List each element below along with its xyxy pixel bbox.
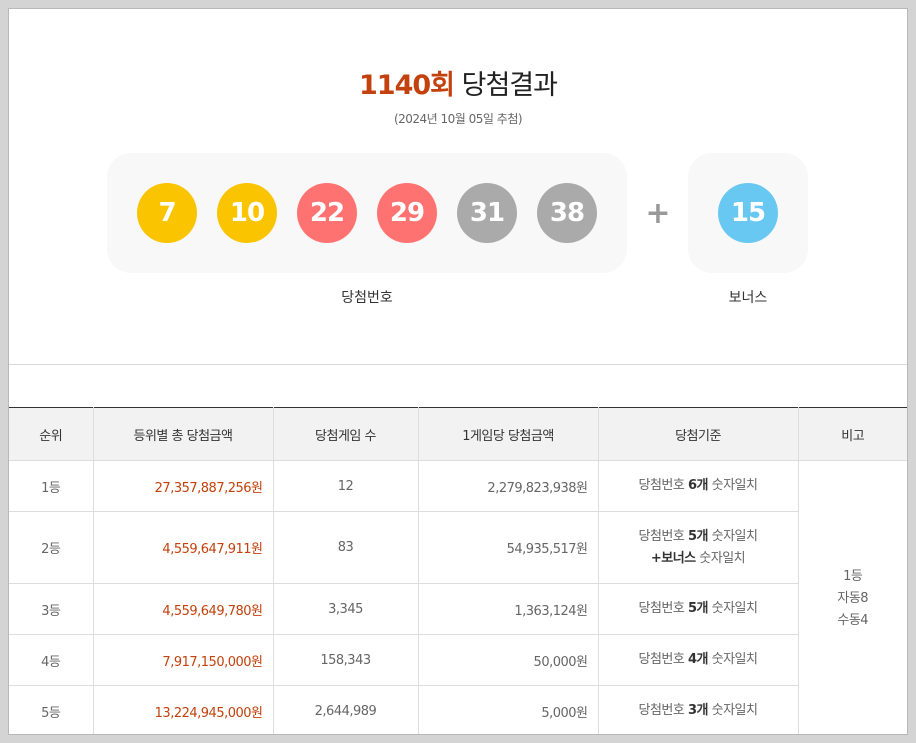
criteria-text: 숫자일치	[708, 601, 758, 616]
bonus-number-box: 15	[688, 153, 808, 273]
total-prize-cell: 4,559,649,780원	[93, 583, 274, 635]
draw-date: (2024년 10월 05일 추첨)	[393, 112, 523, 126]
header-total-prize: 등위별 총 당첨금액	[93, 407, 274, 461]
winning-ball-3: 22	[297, 183, 357, 243]
note-manual: 수동4	[837, 612, 869, 628]
page-title: 1140회 당첨결과	[9, 63, 907, 102]
criteria-count: 6개	[687, 478, 709, 493]
plus-icon: +	[645, 196, 671, 231]
rank-cell: 2등	[9, 511, 94, 584]
bonus-caption: 보너스	[728, 290, 768, 306]
winner-count-cell: 83	[273, 511, 419, 584]
bonus-ball: 15	[718, 183, 778, 243]
criteria-text: 숫자일치	[708, 652, 758, 667]
total-prize-cell: 4,559,647,911원	[93, 511, 274, 584]
section-gap	[9, 365, 907, 407]
round-number: 1140회	[359, 70, 455, 101]
table-row: 4등 7,917,150,000원 158,343 50,000원 당첨번호 4…	[9, 634, 907, 686]
criteria-cell: 당첨번호 5개 숫자일치 +보너스 숫자일치	[598, 511, 799, 584]
winning-panel: 1140회 당첨결과 (2024년 10월 05일 추첨) 7 10 22 29…	[9, 9, 907, 365]
criteria-count: 3개	[687, 703, 709, 718]
header-winner-count: 당첨게임 수	[273, 407, 419, 461]
criteria-text: 숫자일치	[695, 550, 746, 566]
criteria-count: 5개	[687, 601, 709, 616]
header-prize-per-game: 1게임당 당첨금액	[418, 407, 599, 461]
criteria-bonus: +보너스	[650, 550, 696, 566]
table-row: 3등 4,559,649,780원 3,345 1,363,124원 당첨번호 …	[9, 583, 907, 635]
header-rank: 순위	[9, 407, 94, 461]
table-header-row: 순위 등위별 총 당첨금액 당첨게임 수 1게임당 당첨금액 당첨기준 비고	[9, 407, 907, 461]
criteria-text: 당첨번호	[638, 601, 688, 616]
winning-ball-4: 29	[377, 183, 437, 243]
criteria-count: 5개	[687, 528, 709, 544]
criteria-cell: 당첨번호 5개 숫자일치	[598, 583, 799, 635]
winning-numbers-caption: 당첨번호	[341, 290, 393, 306]
winner-count-cell: 158,343	[273, 634, 419, 686]
result-frame: 1140회 당첨결과 (2024년 10월 05일 추첨) 7 10 22 29…	[8, 8, 908, 735]
title-text: 당첨결과	[454, 70, 558, 101]
rank-cell: 4등	[9, 634, 94, 686]
prize-per-game-cell: 2,279,823,938원	[418, 460, 599, 512]
winning-ball-5: 31	[457, 183, 517, 243]
criteria-text: 당첨번호	[638, 478, 688, 493]
winner-count-cell: 12	[273, 460, 419, 512]
criteria-cell: 당첨번호 3개 숫자일치	[598, 685, 799, 734]
criteria-count: 4개	[687, 652, 709, 667]
total-prize-cell: 27,357,887,256원	[93, 460, 274, 512]
prize-per-game-cell: 50,000원	[418, 634, 599, 686]
winner-count-cell: 2,644,989	[273, 685, 419, 734]
prize-per-game-cell: 1,363,124원	[418, 583, 599, 635]
criteria-text: 당첨번호	[638, 528, 688, 544]
winning-ball-1: 7	[137, 183, 197, 243]
header-note: 비고	[798, 407, 907, 461]
prize-per-game-cell: 5,000원	[418, 685, 599, 734]
criteria-cell: 당첨번호 4개 숫자일치	[598, 634, 799, 686]
total-prize-cell: 13,224,945,000원	[93, 685, 274, 734]
table-row: 1등 27,357,887,256원 12 2,279,823,938원 당첨번…	[9, 460, 907, 734]
prize-per-game-cell: 54,935,517원	[418, 511, 599, 584]
note-auto: 자동8	[837, 590, 869, 606]
winning-numbers-box: 7 10 22 29 31 38	[107, 153, 627, 273]
table-row: 5등 13,224,945,000원 2,644,989 5,000원 당첨번호…	[9, 685, 907, 734]
header-criteria: 당첨기준	[598, 407, 799, 461]
winner-count-cell: 3,345	[273, 583, 419, 635]
winning-ball-2: 10	[217, 183, 277, 243]
note-cell: 1등 자동8 수동4	[798, 460, 907, 734]
total-prize-cell: 7,917,150,000원	[93, 634, 274, 686]
criteria-line: 당첨번호 5개 숫자일치	[600, 526, 797, 548]
criteria-text: 숫자일치	[708, 703, 758, 718]
prize-table: 순위 등위별 총 당첨금액 당첨게임 수 1게임당 당첨금액 당첨기준 비고 1…	[9, 407, 907, 734]
criteria-text: 당첨번호	[638, 703, 688, 718]
winning-ball-6: 38	[537, 183, 597, 243]
criteria-line: +보너스 숫자일치	[600, 548, 797, 570]
criteria-text: 숫자일치	[708, 478, 758, 493]
note-rank: 1등	[843, 568, 863, 584]
criteria-cell: 당첨번호 6개 숫자일치	[598, 460, 799, 512]
criteria-text: 당첨번호	[638, 652, 688, 667]
rank-cell: 1등	[9, 460, 94, 512]
rank-cell: 3등	[9, 583, 94, 635]
table-row: 2등 4,559,647,911원 83 54,935,517원 당첨번호 5개…	[9, 511, 907, 584]
criteria-text: 숫자일치	[708, 528, 758, 544]
rank-cell: 5등	[9, 685, 94, 734]
